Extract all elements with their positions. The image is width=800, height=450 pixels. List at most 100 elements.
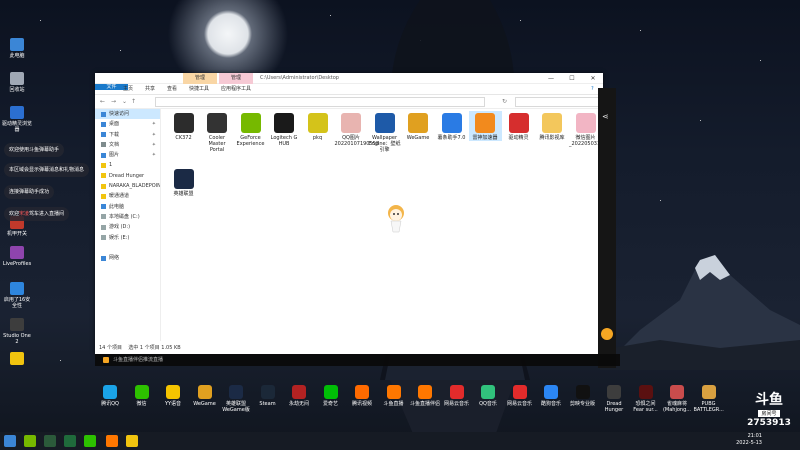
ribbon-tabs: 文件 主页 共享 查看 快捷工具 应用程序工具 ?: [95, 84, 603, 95]
file-icon-item[interactable]: 雷神加速器: [468, 111, 502, 141]
nav-item[interactable]: 下载 ✦: [95, 130, 160, 140]
dock-app[interactable]: 剪映专业版: [568, 385, 598, 407]
file-icon: [508, 113, 529, 133]
taskbar-app-terminal[interactable]: [64, 435, 76, 447]
close-button[interactable]: ✕: [583, 73, 603, 84]
dock-app-label: YY语音: [164, 401, 182, 407]
desktop-icon-label: Studio One 2: [3, 333, 31, 345]
taskbar-app-nvidia[interactable]: [24, 435, 36, 447]
dock-app[interactable]: 酷狗音乐: [536, 385, 566, 407]
dock-app[interactable]: 斗鱼直播伴侣: [410, 385, 440, 407]
file-icon-item[interactable]: Logitech G HUB: [268, 111, 301, 147]
desktop-icon[interactable]: LiveProfiles: [2, 246, 32, 267]
back-arrow-icon[interactable]: ←: [100, 97, 105, 107]
desktop-icon[interactable]: [2, 352, 32, 367]
nav-item[interactable]: 快速访问: [95, 109, 160, 120]
refresh-icon[interactable]: ↻: [502, 97, 507, 107]
dock-app[interactable]: 恐惧之间 Fear sur...: [631, 385, 661, 413]
nav-item-icon: [101, 121, 106, 127]
address-input[interactable]: [155, 97, 485, 107]
dock-app[interactable]: 斗鱼直播: [379, 385, 409, 407]
nav-item[interactable]: 游戏 (D:): [95, 222, 160, 232]
share-icon[interactable]: ⋖: [602, 112, 609, 121]
chat-suffix: 驾车进入直播间: [29, 211, 65, 217]
file-icon: [575, 113, 596, 133]
search-input[interactable]: [515, 97, 599, 107]
nav-item[interactable]: NARAKA_BLADEPOINT: [95, 181, 160, 191]
file-icon-item[interactable]: 薯条助手7.0: [435, 111, 468, 141]
nav-item[interactable]: 图片 ✦: [95, 150, 160, 160]
context-tab-manage-1[interactable]: 管理: [183, 73, 217, 84]
desktop-icon[interactable]: 驱动精灵浏览器: [2, 106, 32, 133]
dock-app[interactable]: 雀魂麻将 (Mahjong...: [662, 385, 692, 413]
nav-item[interactable]: 娱乐 (E:): [95, 233, 160, 243]
dock-app[interactable]: Steam: [253, 385, 283, 407]
minimize-button[interactable]: —: [541, 73, 561, 84]
nav-item[interactable]: 暖通通道: [95, 191, 160, 201]
dock-app[interactable]: WeGame: [190, 385, 220, 407]
desktop-icon[interactable]: 此电脑: [2, 38, 32, 59]
up-arrow-icon[interactable]: ↑: [131, 97, 136, 107]
dock-app[interactable]: 英雄联盟WeGame版: [221, 385, 251, 413]
file-icon-item[interactable]: Wallpaper Engine：壁纸引擎: [368, 111, 401, 153]
nav-item[interactable]: 此电脑: [95, 202, 160, 212]
file-icon-item[interactable]: 英雄联盟: [167, 167, 200, 197]
dock-app[interactable]: PUBG BATTLEGR...: [694, 385, 724, 413]
dock-app-icon: [229, 385, 243, 399]
file-icon-item[interactable]: WeGame: [402, 111, 435, 141]
start-icon[interactable]: [4, 435, 16, 447]
recent-dropdown-icon[interactable]: ⌄: [122, 97, 127, 107]
dock-app[interactable]: 爱奇艺: [316, 385, 346, 407]
taskbar-clock[interactable]: 21:01 2022-5-13: [736, 433, 762, 447]
file-label: pkq: [312, 135, 323, 141]
taskbar-app-wechat[interactable]: [84, 435, 96, 447]
nav-item[interactable]: 桌面 ✦: [95, 119, 160, 129]
title-bar[interactable]: 管理 管理 C:\Users\Administrator\Desktop — ☐…: [95, 73, 603, 84]
dock-app[interactable]: 网易云音乐: [442, 385, 472, 407]
taskbar-app-douyu[interactable]: [106, 435, 118, 447]
taskbar-app-monitor[interactable]: [44, 435, 56, 447]
file-icon-item[interactable]: pkq: [301, 111, 334, 141]
nav-item[interactable]: 文档 ✦: [95, 140, 160, 150]
dock-app[interactable]: 腾讯视频: [347, 385, 377, 407]
nav-item[interactable]: 1: [95, 160, 160, 170]
dock-app[interactable]: QQ音乐: [473, 385, 503, 407]
forward-arrow-icon[interactable]: →: [111, 97, 116, 107]
nav-item[interactable]: 网络: [95, 253, 160, 263]
dock-app[interactable]: 腾讯QQ: [95, 385, 125, 407]
file-icon-item[interactable]: GeForce Experience: [234, 111, 267, 147]
ribbon-tab-view[interactable]: 查看: [167, 84, 177, 95]
context-tab-manage-2[interactable]: 管理: [219, 73, 253, 84]
maximize-button[interactable]: ☐: [562, 73, 582, 84]
desktop-icon[interactable]: 启用了16安全性: [2, 282, 32, 309]
dock-app[interactable]: YY语音: [158, 385, 188, 407]
dock-app-icon: [544, 385, 558, 399]
file-explorer-window[interactable]: 管理 管理 C:\Users\Administrator\Desktop — ☐…: [95, 73, 616, 354]
nav-item-label: 文档: [109, 141, 120, 148]
file-icon-item[interactable]: QQ图片20220107190558: [335, 111, 379, 147]
desktop-icon[interactable]: Studio One 2: [2, 318, 32, 345]
taskbar: 21:01 2022-5-13: [0, 432, 800, 450]
wallpaper-mountains: [600, 255, 800, 370]
ribbon-tab-shortcut-tools[interactable]: 快捷工具: [189, 84, 209, 95]
stream-badge-icon[interactable]: [601, 328, 613, 340]
nav-item[interactable]: 本地磁盘 (C:): [95, 212, 160, 222]
dock-app[interactable]: 微信: [127, 385, 157, 407]
dock-app[interactable]: 永劫无间: [284, 385, 314, 407]
taskbar-app-explorer[interactable]: [126, 435, 138, 447]
dock-app[interactable]: Dread Hunger: [599, 385, 629, 413]
file-icon-item[interactable]: Cooler Master Portal: [201, 111, 234, 153]
dock-app[interactable]: 网易云音乐: [505, 385, 535, 407]
help-icon[interactable]: ?: [591, 84, 594, 95]
nav-item[interactable]: [95, 243, 160, 253]
file-icon-item[interactable]: 驱动精灵: [502, 111, 535, 141]
file-icon-item[interactable]: CK372: [167, 111, 200, 141]
ribbon-tab-share[interactable]: 共享: [145, 84, 155, 95]
desktop-icon[interactable]: 回收站: [2, 72, 32, 93]
app-icon: [10, 318, 24, 331]
ribbon-tab-app-tools[interactable]: 应用程序工具: [221, 84, 251, 95]
ribbon-tab-home[interactable]: 主页: [123, 84, 133, 95]
nav-item[interactable]: Dread Hunger: [95, 171, 160, 181]
app-icon: [10, 282, 24, 295]
file-icon-item[interactable]: 腾讯影视库: [536, 111, 569, 141]
